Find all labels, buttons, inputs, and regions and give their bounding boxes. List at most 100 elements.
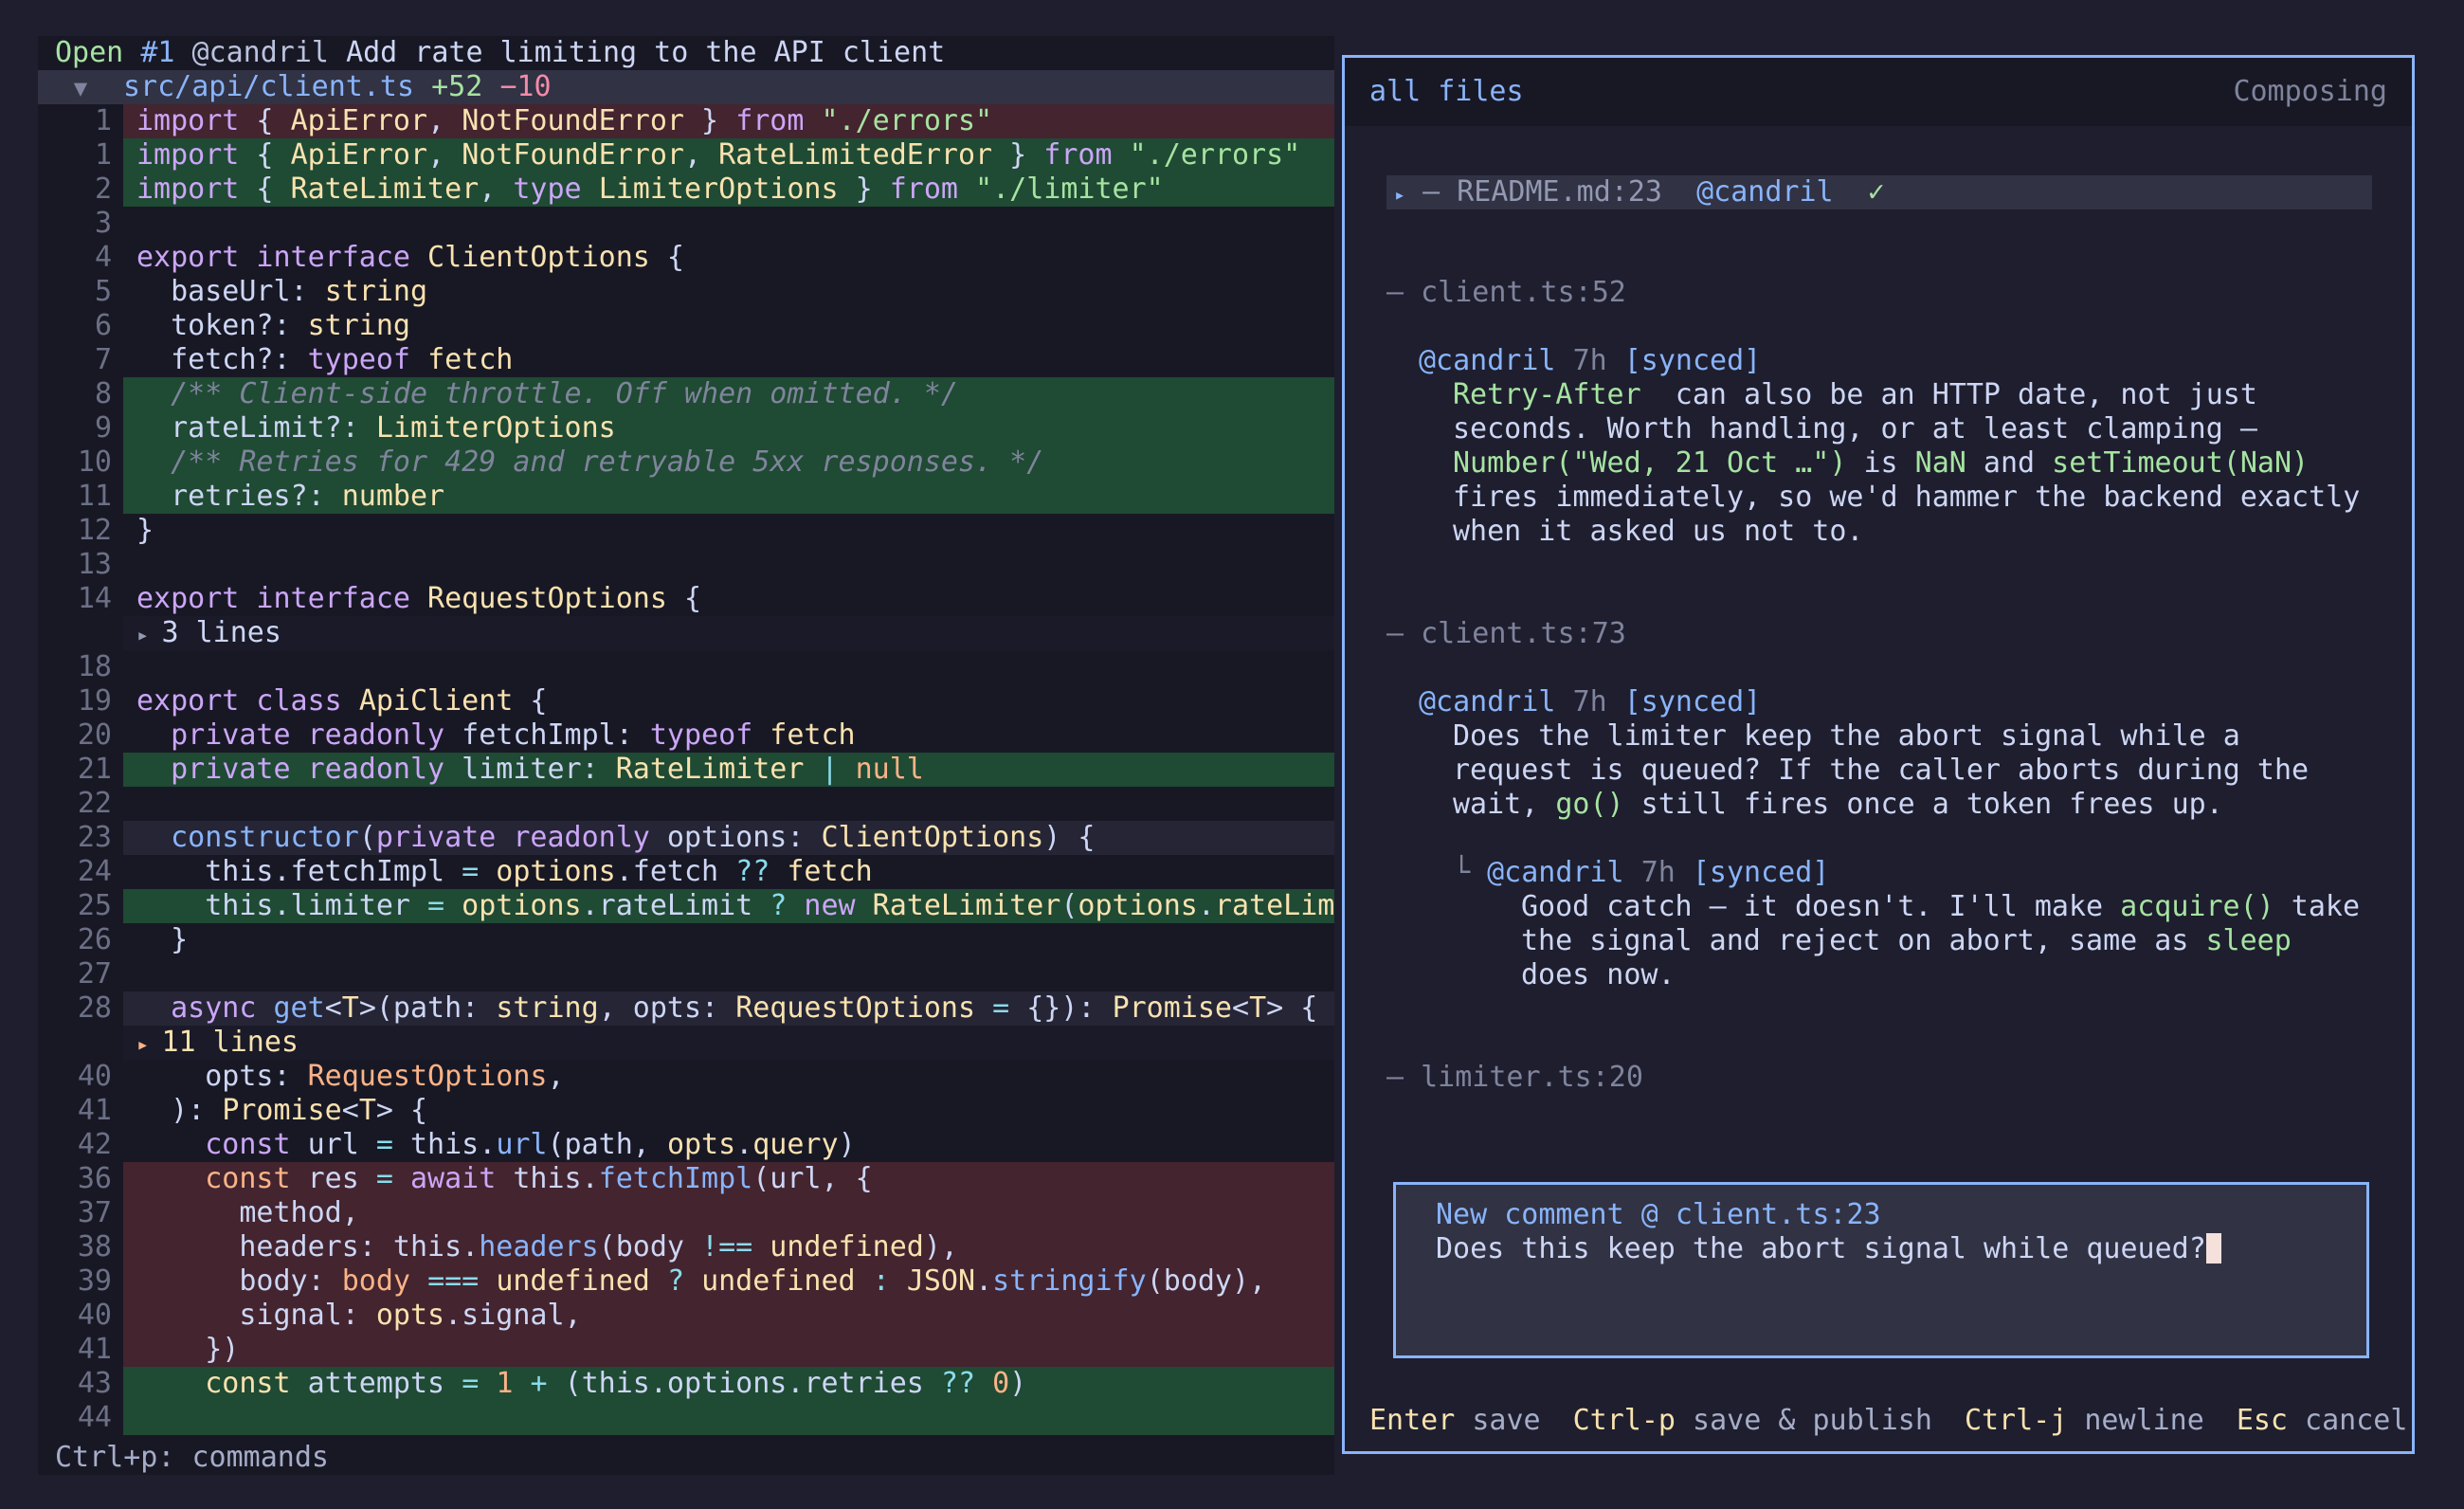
comment-line: the signal and reject on abort, same as … xyxy=(1521,924,2360,958)
code-line[interactable]: 9 rateLimit?: LimiterOptions xyxy=(38,411,1334,445)
code-line[interactable]: 1 import { ApiError, NotFoundError, RateL… xyxy=(38,138,1334,173)
pr-number[interactable]: #1 xyxy=(140,36,174,69)
code-token: { xyxy=(666,582,702,615)
code-line[interactable]: 40 signal: opts.signal, xyxy=(38,1299,1334,1333)
line-number-text: 40 xyxy=(77,1299,112,1332)
code-line[interactable]: 11 retries?: number xyxy=(38,480,1334,514)
thread-readme-collapsed[interactable]: ▸ – README.md:23 @candril ✓ xyxy=(1386,175,2372,209)
code-line[interactable]: 5 baseUrl: string xyxy=(38,275,1334,309)
code-line[interactable]: 28 async get<T>(path: string, opts: Requ… xyxy=(38,991,1334,1026)
code-line[interactable]: 21 private readonly limiter: RateLimiter… xyxy=(38,753,1334,787)
code-token: const xyxy=(136,1367,308,1400)
code-line[interactable]: 37 method, xyxy=(38,1196,1334,1230)
key-esc: Esc xyxy=(2236,1404,2288,1437)
code-line[interactable]: 18 xyxy=(38,650,1334,684)
line-number-text: 26 xyxy=(77,923,112,956)
code-token: < xyxy=(324,991,342,1025)
code-token: . xyxy=(975,1264,993,1298)
code-line[interactable]: 2 import { RateLimiter, type LimiterOptio… xyxy=(38,173,1334,207)
line-number-text: 9 xyxy=(94,411,112,445)
line-number-text: 20 xyxy=(77,718,112,752)
code-line[interactable]: 41 }) xyxy=(38,1333,1334,1367)
folded-lines[interactable]: ▸ 11 lines xyxy=(38,1026,1334,1060)
code-token: import xyxy=(136,104,240,137)
code-token: "./errors" xyxy=(1112,138,1301,172)
code-token: undefined xyxy=(496,1264,667,1298)
reply-author[interactable]: @candril xyxy=(1487,856,1624,889)
code-line[interactable]: 10 /** Retries for 429 and retryable 5xx… xyxy=(38,445,1334,480)
code-token: fetchImpl: xyxy=(462,718,650,752)
code-token: ) xyxy=(838,1128,856,1161)
code-token: 0 xyxy=(992,1367,1010,1400)
code-token: , opts: xyxy=(598,991,736,1025)
inline-code: Retry-After xyxy=(1453,378,1641,411)
code-line[interactable]: 1 import { ApiError, NotFoundError } from… xyxy=(38,104,1334,138)
code-line[interactable]: 6 token?: string xyxy=(38,309,1334,343)
file-header[interactable]: ▼ src/api/client.ts +52 −10 xyxy=(38,70,1334,104)
pr-author[interactable]: @candril xyxy=(192,36,330,69)
thread-author[interactable]: @candril xyxy=(1696,175,1834,209)
scope-filter[interactable]: all files xyxy=(1369,75,1524,109)
code-line[interactable]: 43 const attempts = 1 + (this.options.re… xyxy=(38,1367,1334,1401)
code-line[interactable]: 26 } xyxy=(38,923,1334,957)
mode-indicator: Composing xyxy=(2233,75,2387,108)
code-token: { xyxy=(239,138,291,172)
code-token: import xyxy=(136,173,240,206)
code-line[interactable]: 39 body: body === undefined ? undefined … xyxy=(38,1264,1334,1299)
code-token: ApiClient xyxy=(358,684,514,718)
code-line[interactable]: 27 xyxy=(38,957,1334,991)
line-number xyxy=(38,616,123,650)
code-line[interactable]: 8 /** Client-side throttle. Off when omi… xyxy=(38,377,1334,411)
code-text: } xyxy=(123,923,1334,957)
expand-triangle-icon[interactable]: ▸ xyxy=(1394,183,1405,206)
line-number-text: 11 xyxy=(77,480,112,513)
comment-meta: @candril 7h [synced] xyxy=(1419,344,1761,378)
line-number: 1 xyxy=(38,104,123,138)
comment-author[interactable]: @candril xyxy=(1419,344,1556,377)
code-line[interactable]: 23 constructor(private readonly options:… xyxy=(38,821,1334,855)
code-token: /** Client-side throttle. Off when omitt… xyxy=(136,377,958,410)
code-token: ClientOptions xyxy=(821,821,1044,854)
collapse-triangle-icon[interactable]: ▼ xyxy=(38,71,123,105)
line-number-text: 5 xyxy=(94,275,112,308)
composer-input[interactable]: Does this keep the abort signal while qu… xyxy=(1436,1232,2206,1265)
comment-author[interactable]: @candril xyxy=(1419,685,1556,718)
code-line[interactable]: 20 private readonly fetchImpl: typeof fe… xyxy=(38,718,1334,753)
code-line[interactable]: 4 export interface ClientOptions { xyxy=(38,241,1334,275)
line-number: 19 xyxy=(38,684,123,718)
code-token: T xyxy=(1249,991,1267,1025)
comment-composer[interactable]: New comment @ client.ts:23 Does this kee… xyxy=(1393,1182,2369,1358)
thread-header-client-52[interactable]: – client.ts:52 xyxy=(1386,276,1626,310)
code-line[interactable]: 44 xyxy=(38,1401,1334,1435)
code-line[interactable]: 7 fetch?: typeof fetch xyxy=(38,343,1334,377)
code-line[interactable]: 38 headers: this.headers(body !== undefi… xyxy=(38,1230,1334,1264)
code-line[interactable]: 19 export class ApiClient { xyxy=(38,684,1334,718)
code-line[interactable]: 24 this.fetchImpl = options.fetch ?? fet… xyxy=(38,855,1334,889)
code-line[interactable]: 14 export interface RequestOptions { xyxy=(38,582,1334,616)
code-token: this. xyxy=(410,1128,497,1161)
code-line[interactable]: 22 xyxy=(38,787,1334,821)
thread-header-limiter-20[interactable]: – limiter.ts:20 xyxy=(1386,1061,1643,1095)
code-line[interactable]: 25 this.limiter = options.rateLimit ? ne… xyxy=(38,889,1334,923)
code-token: !== xyxy=(701,1230,770,1264)
line-number: 8 xyxy=(38,377,123,411)
code-view[interactable]: 1 import { ApiError, NotFoundError } from… xyxy=(38,104,1334,1435)
code-token: body: xyxy=(136,1264,342,1298)
line-number-text: 38 xyxy=(77,1230,112,1264)
folded-lines[interactable]: ▸ 3 lines xyxy=(38,616,1334,650)
line-number-text: 44 xyxy=(77,1401,112,1434)
code-token: { xyxy=(239,173,291,206)
thread-header-client-73[interactable]: – client.ts:73 xyxy=(1386,617,1626,651)
comment-text: fires immediately, so we'd hammer the ba… xyxy=(1453,481,2361,514)
code-line[interactable]: 40 opts: RequestOptions, xyxy=(38,1060,1334,1094)
code-token: "./limiter" xyxy=(958,173,1164,206)
code-line[interactable]: 36 const res = await this.fetchImpl(url,… xyxy=(38,1162,1334,1196)
code-line[interactable]: 13 xyxy=(38,548,1334,582)
code-line[interactable]: 41 ): Promise<T> { xyxy=(38,1094,1334,1128)
line-number-text: 14 xyxy=(77,582,112,615)
code-line[interactable]: 3 xyxy=(38,207,1334,241)
code-line[interactable]: 12} xyxy=(38,514,1334,548)
code-token: opts xyxy=(375,1299,445,1332)
code-line[interactable]: 42 const url = this.url(path, opts.query… xyxy=(38,1128,1334,1162)
